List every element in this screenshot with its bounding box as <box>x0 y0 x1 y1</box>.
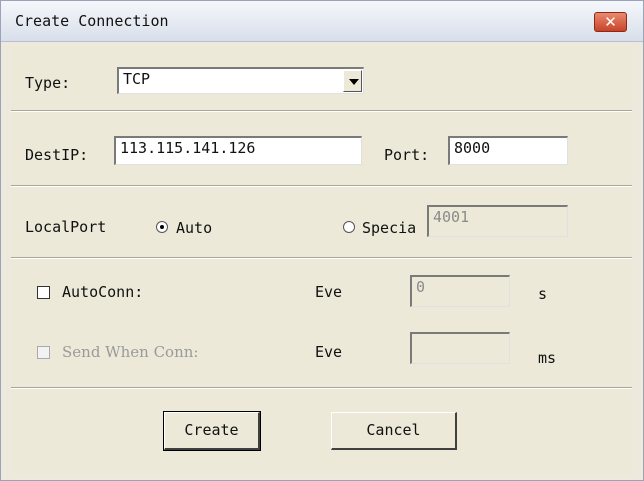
divider <box>11 257 632 259</box>
special-radio-label[interactable]: Specia <box>362 219 416 237</box>
auto-radio-label[interactable]: Auto <box>176 219 212 237</box>
special-port-input[interactable]: 4001 <box>427 205 568 237</box>
divider <box>11 185 632 187</box>
send-when-conn-label[interactable]: Send When Conn: <box>62 343 198 361</box>
divider <box>11 110 632 112</box>
autoconn-unit: s <box>538 285 548 303</box>
port-label: Port: <box>384 146 430 164</box>
autoconn-interval-value: 0 <box>416 278 426 296</box>
send-when-conn-checkbox[interactable] <box>37 346 50 359</box>
auto-radio[interactable] <box>156 221 168 233</box>
special-radio[interactable] <box>343 221 355 233</box>
type-select[interactable]: TCP <box>117 67 364 94</box>
port-value: 8000 <box>454 139 491 157</box>
autoconn-checkbox[interactable] <box>37 286 50 299</box>
type-selected-value: TCP <box>123 70 151 88</box>
chevron-down-icon[interactable] <box>343 70 362 92</box>
destip-value: 113.115.141.126 <box>120 139 256 157</box>
close-icon: ✕ <box>604 13 617 31</box>
send-when-conn-unit: ms <box>538 349 557 367</box>
dialog-body: Type: TCP DestIP: 113.115.141.126 Port: … <box>11 46 632 474</box>
destip-label: DestIP: <box>25 146 89 164</box>
port-input[interactable]: 8000 <box>448 136 568 165</box>
special-port-value: 4001 <box>433 208 470 226</box>
close-button[interactable]: ✕ <box>594 12 627 32</box>
localport-label: LocalPort <box>25 218 107 236</box>
window-title: Create Connection <box>15 12 169 30</box>
autoconn-interval-input[interactable]: 0 <box>410 275 510 307</box>
send-when-conn-every-label: Eve <box>315 343 343 361</box>
send-when-conn-interval-input[interactable] <box>410 332 510 364</box>
autoconn-label[interactable]: AutoConn: <box>62 283 143 301</box>
title-bar[interactable]: Create Connection ✕ <box>1 1 643 42</box>
divider <box>11 387 632 389</box>
create-button[interactable]: Create <box>163 411 261 451</box>
create-connection-dialog: Create Connection ✕ Type: TCP DestIP: 11… <box>0 0 644 481</box>
destip-input[interactable]: 113.115.141.126 <box>114 136 362 165</box>
cancel-button[interactable]: Cancel <box>331 412 457 450</box>
autoconn-every-label: Eve <box>315 283 343 301</box>
type-label: Type: <box>25 74 71 92</box>
